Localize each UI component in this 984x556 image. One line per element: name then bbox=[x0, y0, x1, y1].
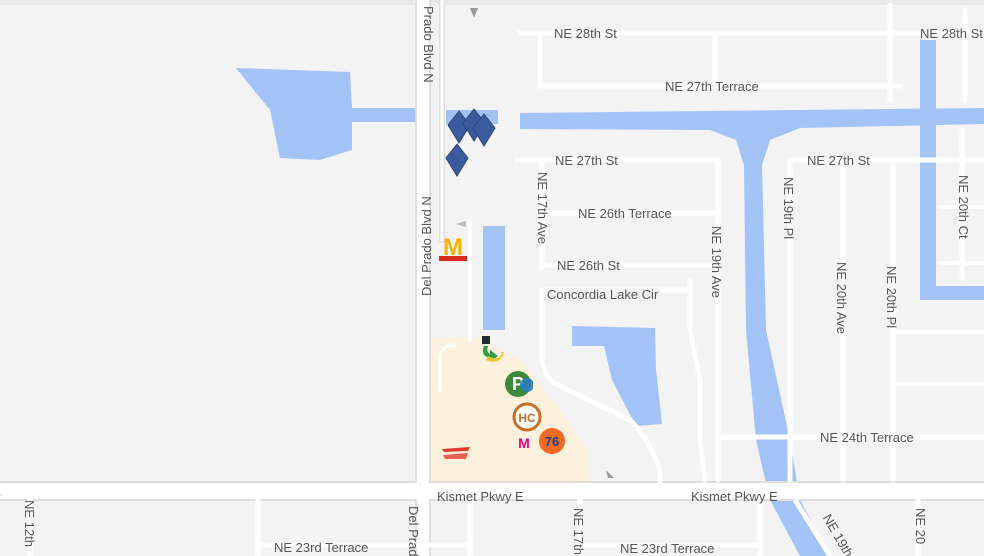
gas-76-logo-text: 76 bbox=[545, 434, 559, 449]
street-label-del-prado-blvd: Prado Blvd N bbox=[421, 6, 436, 83]
street-label-ne-27th-terrace: NE 27th Terrace bbox=[665, 79, 759, 94]
street-label-ne-27th-st: NE 27th St bbox=[555, 153, 618, 168]
gas-76-icon[interactable]: 76 bbox=[538, 427, 566, 455]
street-label-kismet-pkwy-edge: y E bbox=[0, 485, 1, 498]
publix-icon[interactable]: P bbox=[503, 369, 534, 399]
fuel-station-icon[interactable] bbox=[478, 334, 506, 368]
street-label-kismet-pkwy-e: Kismet Pkwy E bbox=[437, 489, 524, 504]
street-label-ne-28th-st: NE 28th St bbox=[920, 26, 983, 41]
street-label-ne-19th-ave: NE 19th Ave bbox=[709, 226, 724, 299]
street-label-ne-26th-terrace: NE 26th Terrace bbox=[578, 206, 672, 221]
street-label-kismet-pkwy-e: Kismet Pkwy E bbox=[691, 489, 778, 504]
map-view[interactable]: NE 28th St NE 28th St NE 27th Terrace NE… bbox=[0, 0, 984, 556]
street-label-ne-12th: NE 12th bbox=[22, 500, 37, 547]
property-pin[interactable] bbox=[471, 112, 497, 148]
metro-store-icon[interactable]: M bbox=[515, 434, 533, 452]
property-pin[interactable] bbox=[444, 142, 470, 178]
street-label-del-prado-blvd: Del Prado Blvd N bbox=[419, 196, 434, 296]
canal-west bbox=[352, 108, 424, 122]
street-label-ne-20: NE 20 bbox=[913, 508, 928, 545]
street-label-ne-27th-st: NE 27th St bbox=[807, 153, 870, 168]
mcdonalds-icon[interactable]: M bbox=[438, 232, 468, 262]
canal-east-spur bbox=[920, 286, 984, 300]
street-label-ne-17th: NE 17th bbox=[571, 508, 586, 555]
pond-narrow bbox=[483, 226, 505, 330]
street-label-del-prado: Del Prado bbox=[406, 506, 421, 556]
street-label-ne-17th-ave: NE 17th Ave bbox=[535, 172, 550, 245]
autozone-icon[interactable] bbox=[440, 443, 472, 463]
street-label-ne-23rd-terrace: NE 23rd Terrace bbox=[274, 540, 369, 555]
street-label-ne-23rd-terrace: NE 23rd Terrace bbox=[620, 541, 715, 556]
metro-logo-text: M bbox=[518, 435, 530, 451]
mcdonalds-logo-text: M bbox=[443, 234, 463, 261]
street-label-ne-20th-ct: NE 20th Ct bbox=[956, 175, 971, 239]
canal-north-east bbox=[920, 40, 936, 300]
street-label-ne-28th-st: NE 28th St bbox=[554, 26, 617, 41]
street-label-concordia-lake-cir: Concordia Lake Cir bbox=[545, 287, 661, 302]
street-label-ne-24th-terrace: NE 24th Terrace bbox=[820, 430, 914, 445]
street-label-ne-20th-pl: NE 20th Pl bbox=[884, 266, 899, 329]
street-label-ne-26th-st: NE 26th St bbox=[557, 258, 620, 273]
street-label-ne-19th-pl: NE 19th Pl bbox=[781, 177, 796, 240]
street-label-ne-20th-ave: NE 20th Ave bbox=[834, 262, 849, 335]
hc-logo-text: HC bbox=[518, 411, 536, 425]
